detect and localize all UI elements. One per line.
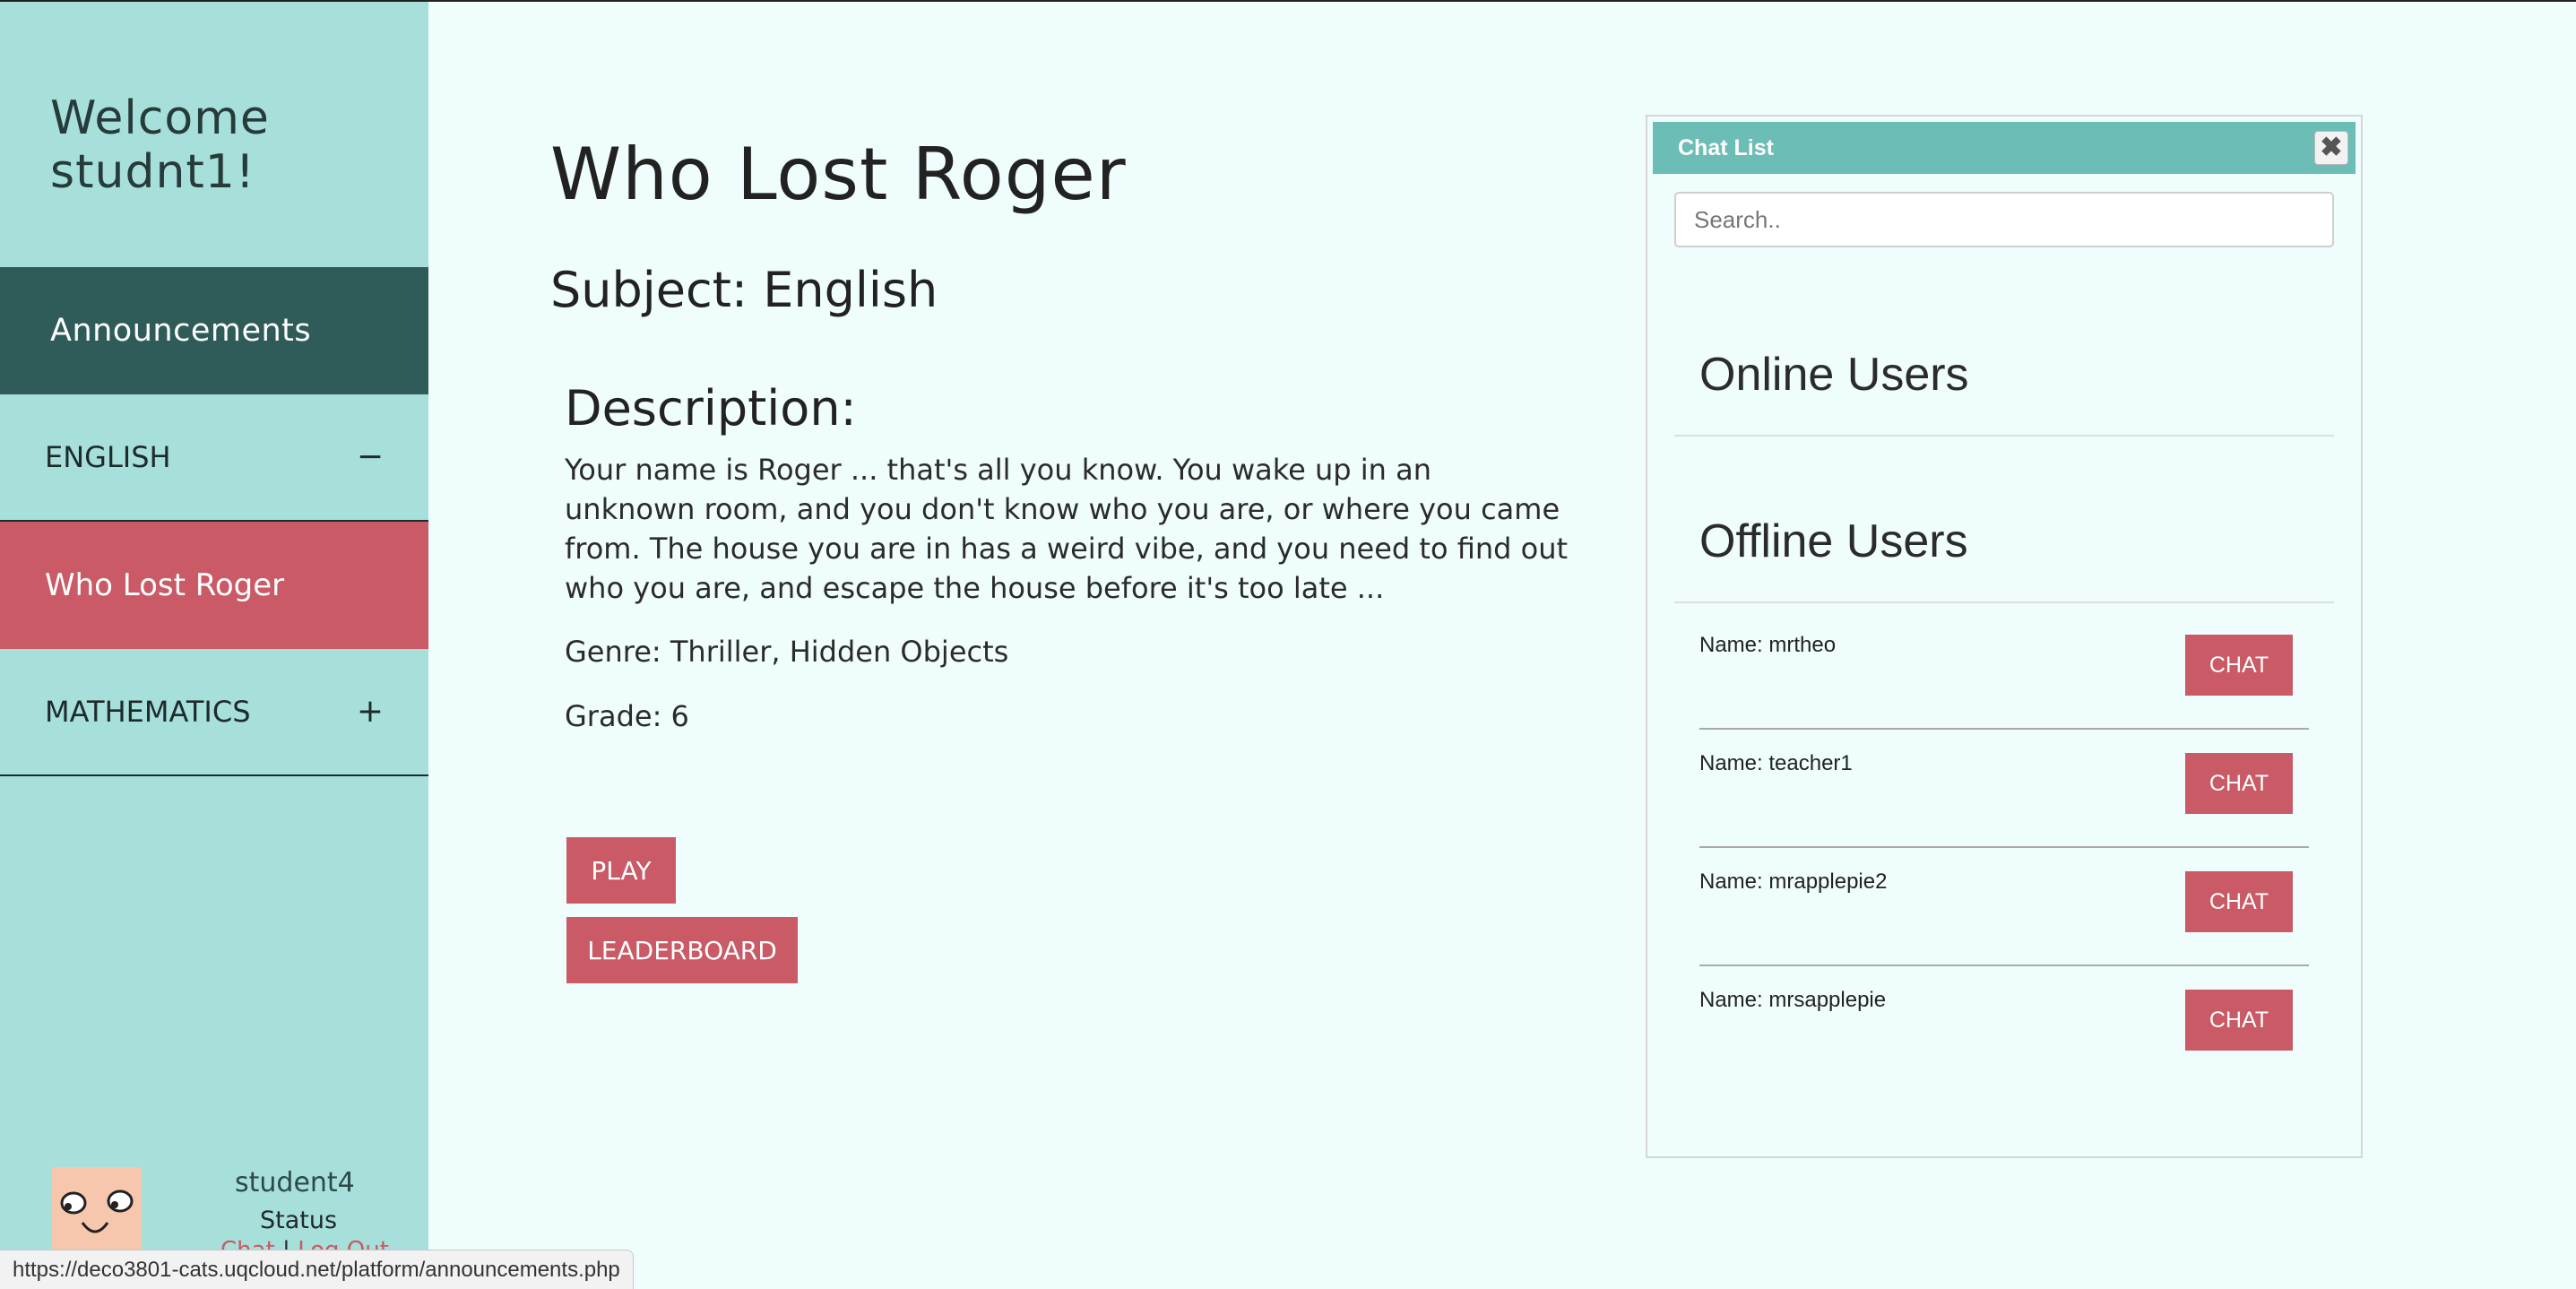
sidebar-item-who-lost-roger[interactable]: Who Lost Roger	[0, 522, 428, 649]
sidebar-item-label: ENGLISH	[45, 440, 171, 474]
user-row: Name: teacher1 CHAT	[1699, 730, 2309, 848]
expand-icon[interactable]: +	[357, 696, 384, 728]
close-icon[interactable]: ✖	[2314, 131, 2348, 165]
user-name: Name: mrapplepie2	[1699, 869, 1888, 894]
sidebar: Welcome studnt1! Announcements ENGLISH −…	[0, 2, 428, 1289]
user-name: Name: mrsapplepie	[1699, 988, 1887, 1012]
collapse-icon[interactable]: −	[357, 441, 384, 473]
page-title: Who Lost Roger	[550, 133, 1127, 216]
online-users-heading: Online Users	[1699, 349, 1969, 401]
chat-list-title: Chat List	[1678, 134, 1774, 160]
subject-heading: Subject: English	[550, 262, 938, 318]
user-name: Name: teacher1	[1699, 751, 1853, 775]
description-heading: Description:	[565, 380, 857, 437]
divider	[1674, 601, 2334, 603]
sidebar-item-english[interactable]: ENGLISH −	[0, 394, 428, 522]
user-row: Name: mrapplepie2 CHAT	[1699, 848, 2309, 966]
play-button[interactable]: PLAY	[566, 837, 676, 904]
sidebar-item-label: Announcements	[50, 313, 312, 349]
chat-button[interactable]: CHAT	[2185, 990, 2293, 1051]
profile-username: student4	[235, 1167, 355, 1198]
status-bar-url: https://deco3801-cats.uqcloud.net/platfo…	[0, 1250, 634, 1289]
divider	[1674, 435, 2334, 437]
leaderboard-button[interactable]: LEADERBOARD	[566, 917, 798, 983]
chat-list-header[interactable]: Chat List ✖	[1653, 122, 2356, 174]
sidebar-item-label: MATHEMATICS	[45, 695, 251, 729]
chat-search-input[interactable]	[1674, 192, 2334, 247]
profile-status: Status	[260, 1207, 338, 1234]
user-row: Name: mrtheo CHAT	[1699, 611, 2309, 730]
user-name: Name: mrtheo	[1699, 633, 1837, 657]
user-row: Name: mrsapplepie CHAT	[1699, 966, 2309, 1085]
sidebar-item-announcements[interactable]: Announcements	[0, 267, 428, 394]
chat-button[interactable]: CHAT	[2185, 635, 2293, 696]
offline-users-heading: Offline Users	[1699, 515, 1968, 567]
welcome-message: Welcome studnt1!	[50, 91, 270, 199]
sidebar-item-label: Who Lost Roger	[45, 567, 285, 603]
chat-list-panel: Chat List ✖ Online Users Offline Users N…	[1646, 115, 2363, 1158]
description-text: Your name is Roger ... that's all you kn…	[565, 453, 1569, 605]
sidebar-item-mathematics[interactable]: MATHEMATICS +	[0, 649, 428, 776]
genre-text: Genre: Thriller, Hidden Objects	[565, 635, 1009, 669]
grade-text: Grade: 6	[565, 699, 689, 733]
chat-button[interactable]: CHAT	[2185, 753, 2293, 814]
chat-button[interactable]: CHAT	[2185, 871, 2293, 932]
